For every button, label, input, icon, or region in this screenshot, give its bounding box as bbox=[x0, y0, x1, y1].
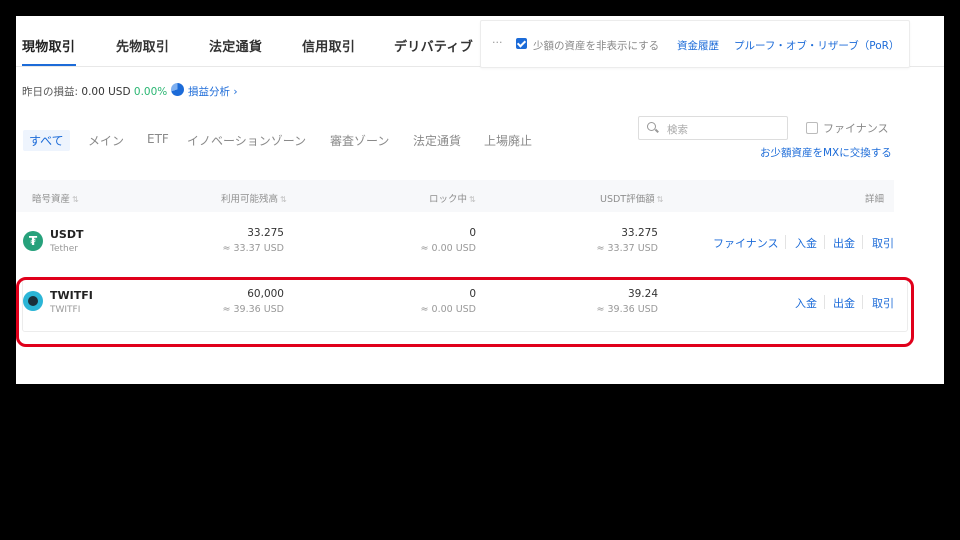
asset-name: Tether bbox=[50, 244, 78, 254]
asset-symbol: USDT bbox=[50, 228, 84, 241]
tab-derivatives[interactable]: デリバティブ bbox=[394, 36, 473, 55]
finance-checkbox-label[interactable]: ファイナンス bbox=[823, 120, 889, 136]
search-icon bbox=[647, 122, 656, 131]
tab-spot[interactable]: 現物取引 bbox=[22, 36, 75, 55]
available-usd: ≈ 33.37 USD bbox=[222, 243, 285, 254]
sort-icon: ⇅ bbox=[656, 195, 664, 204]
finance-checkbox[interactable] bbox=[806, 122, 818, 134]
filter-innovation[interactable]: イノベーションゾーン bbox=[187, 132, 306, 149]
yesterday-pnl: 昨日の損益: 0.00 USD 0.00% bbox=[22, 84, 167, 99]
filter-assessment[interactable]: 審査ゾーン bbox=[330, 132, 389, 149]
header-available[interactable]: 利用可能残高 ⇅ bbox=[221, 191, 287, 205]
tab-fiat[interactable]: 法定通貨 bbox=[209, 36, 262, 55]
pnl-percent: 0.00% bbox=[133, 86, 168, 98]
available-balance: 33.275 bbox=[247, 227, 284, 239]
divider bbox=[862, 235, 863, 249]
deposit-button[interactable]: 入金 bbox=[795, 235, 817, 251]
tab-futures[interactable]: 先物取引 bbox=[116, 36, 169, 55]
filter-fiat[interactable]: 法定通貨 bbox=[413, 132, 461, 149]
proof-of-reserves-link[interactable]: プルーフ・オブ・リザーブ（PoR） bbox=[734, 38, 899, 53]
active-tab-indicator bbox=[22, 64, 76, 66]
pnl-label: 昨日の損益: bbox=[22, 86, 79, 98]
filter-etf[interactable]: ETF bbox=[147, 132, 169, 146]
header-detail: 詳細 bbox=[865, 194, 885, 205]
divider bbox=[785, 235, 786, 249]
trade-button[interactable]: 取引 bbox=[872, 235, 894, 251]
search-input[interactable]: 検索 bbox=[638, 116, 788, 140]
hide-small-assets-checkbox[interactable] bbox=[516, 38, 527, 49]
hide-small-assets-label[interactable]: 少額の資産を非表示にする bbox=[533, 38, 659, 53]
more-icon[interactable]: ··· bbox=[492, 36, 503, 49]
usdt-value: 33.275 bbox=[621, 227, 658, 239]
tab-margin[interactable]: 信用取引 bbox=[302, 36, 355, 55]
table-header: 暗号資産 ⇅ 利用可能残高 ⇅ ロック中 ⇅ USDT評価額 ⇅ 詳細 bbox=[16, 180, 894, 212]
filter-all[interactable]: すべて bbox=[23, 130, 70, 151]
usdt-value-usd: ≈ 33.37 USD bbox=[596, 243, 659, 254]
header-locked[interactable]: ロック中 ⇅ bbox=[429, 191, 476, 205]
fund-history-link[interactable]: 資金履歴 bbox=[677, 38, 719, 53]
pnl-analysis-link[interactable]: 損益分析 › bbox=[188, 84, 238, 99]
pie-chart-icon[interactable] bbox=[171, 83, 184, 96]
locked-balance: 0 bbox=[469, 227, 476, 239]
sort-icon: ⇅ bbox=[280, 195, 287, 204]
sort-icon: ⇅ bbox=[469, 195, 476, 204]
filter-delisted[interactable]: 上場廃止 bbox=[484, 132, 532, 149]
divider bbox=[824, 235, 825, 249]
withdraw-button[interactable]: 出金 bbox=[833, 235, 855, 251]
finance-button[interactable]: ファイナンス bbox=[713, 235, 779, 251]
red-highlight-annotation bbox=[16, 277, 914, 347]
tether-icon: ₮ bbox=[23, 231, 43, 251]
locked-usd: ≈ 0.00 USD bbox=[420, 243, 476, 254]
sort-icon: ⇅ bbox=[72, 195, 79, 204]
header-usdt-value[interactable]: USDT評価額 ⇅ bbox=[600, 191, 663, 205]
filter-main[interactable]: メイン bbox=[88, 132, 124, 149]
pnl-usd: 0.00 USD bbox=[81, 86, 131, 98]
header-asset[interactable]: 暗号資産 ⇅ bbox=[32, 191, 79, 205]
search-placeholder: 検索 bbox=[667, 124, 688, 136]
convert-small-assets-link[interactable]: お少額資産をMXに交換する bbox=[760, 145, 892, 160]
